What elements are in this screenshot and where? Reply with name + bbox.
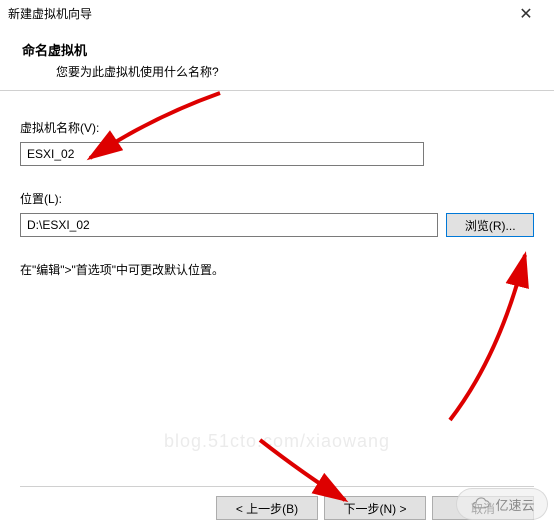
vm-location-group: 位置(L): 浏览(R)... — [20, 190, 534, 237]
wizard-header: 命名虚拟机 您要为此虚拟机使用什么名称? — [0, 28, 554, 91]
location-hint: 在"编辑">"首选项"中可更改默认位置。 — [20, 261, 534, 278]
close-button[interactable]: ✕ — [506, 1, 546, 27]
vm-name-input[interactable] — [20, 142, 424, 166]
next-button[interactable]: 下一步(N) > — [324, 496, 426, 520]
vm-location-input[interactable] — [20, 213, 438, 237]
watermark-text: blog.51cto.com/xiaowang — [0, 431, 554, 452]
badge-text: 亿速云 — [495, 495, 534, 514]
browse-button[interactable]: 浏览(R)... — [446, 213, 534, 237]
back-button[interactable]: < 上一步(B) — [216, 496, 318, 520]
header-subtitle: 您要为此虚拟机使用什么名称? — [22, 63, 534, 80]
vm-name-label: 虚拟机名称(V): — [20, 119, 534, 136]
vm-name-group: 虚拟机名称(V): — [20, 119, 534, 166]
watermark-badge: 亿速云 — [456, 488, 548, 520]
titlebar: 新建虚拟机向导 ✕ — [0, 0, 554, 28]
header-title: 命名虚拟机 — [22, 40, 534, 59]
close-icon: ✕ — [519, 4, 532, 24]
wizard-content: 虚拟机名称(V): 位置(L): 浏览(R)... 在"编辑">"首选项"中可更… — [0, 91, 554, 298]
cloud-icon — [469, 497, 491, 511]
window-title: 新建虚拟机向导 — [8, 5, 92, 22]
vm-location-label: 位置(L): — [20, 190, 534, 207]
